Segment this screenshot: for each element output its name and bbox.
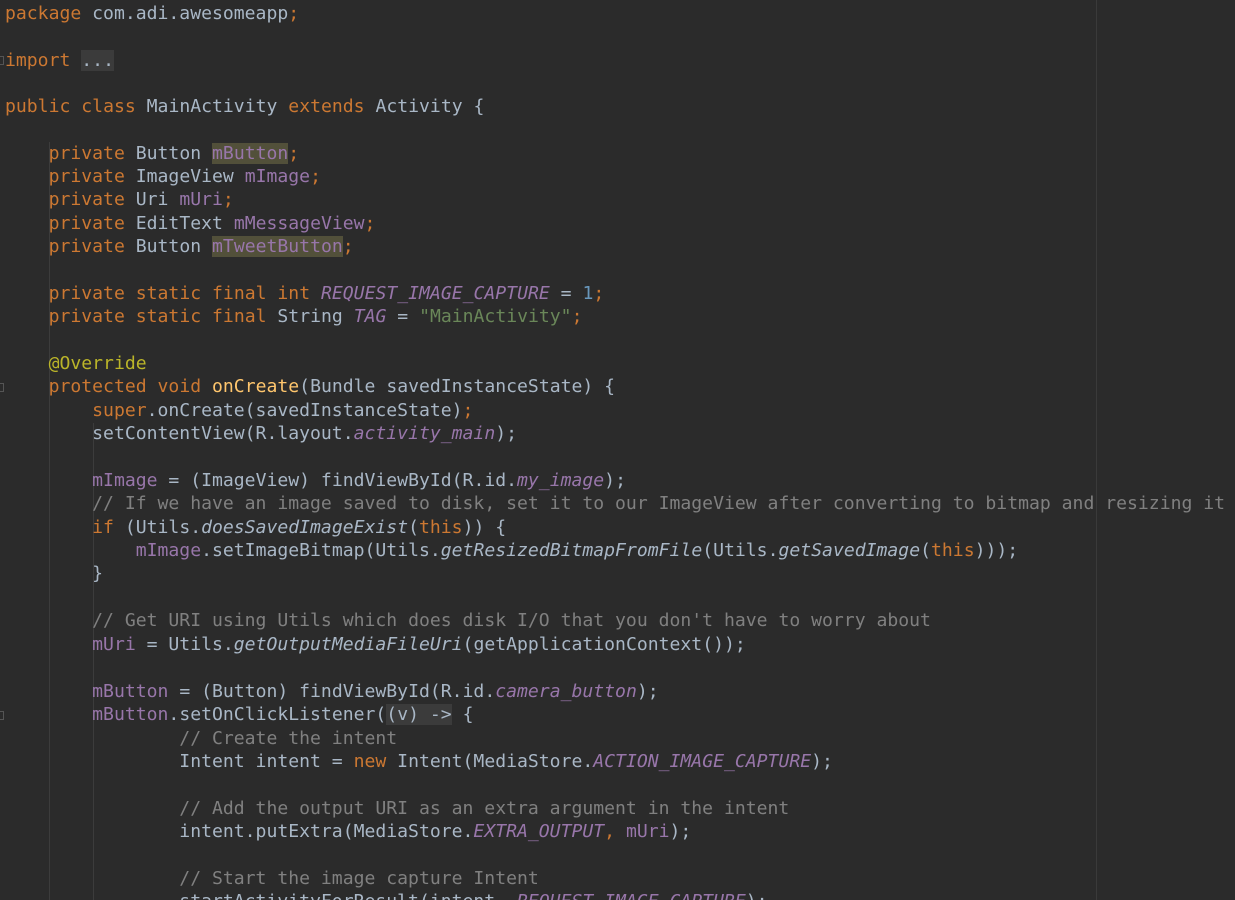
code-line-package: package com.adi.awesomeapp;	[5, 3, 300, 24]
code-line-close-if: }	[92, 563, 104, 584]
code-line-comment-add-output: // Add the output URI as an extra argume…	[179, 798, 790, 819]
code-line-field-muri: private Uri mUri;	[48, 189, 234, 210]
code-line-field-mbutton: private Button mButton;	[48, 143, 300, 164]
code-line-if-saved: if (Utils.doesSavedImageExist(this)) {	[92, 517, 507, 538]
code-line-comment-create-intent: // Create the intent	[179, 728, 398, 749]
code-line-class-declaration: public class MainActivity extends Activi…	[5, 96, 485, 117]
code-line-mimage-assign: mImage = (ImageView) findViewById(R.id.m…	[92, 470, 626, 491]
code-line-field-mtweetbutton: private Button mTweetButton;	[48, 236, 354, 257]
code-line-const-request: private static final int REQUEST_IMAGE_C…	[48, 283, 605, 304]
code-line-mbutton-assign: mButton = (Button) findViewById(R.id.cam…	[92, 681, 659, 702]
code-line-start-activity: startActivityForResult(intent, REQUEST_I…	[5, 890, 767, 900]
code-line-annotation: @Override	[48, 353, 147, 374]
code-line-put-extra: intent.putExtra(MediaStore.EXTRA_OUTPUT,…	[179, 821, 692, 842]
code-line-comment-disk: // If we have an image saved to disk, se…	[92, 493, 1226, 514]
import-fold-placeholder[interactable]: ...	[81, 50, 114, 71]
code-line-super-oncreate: super.onCreate(savedInstanceState);	[92, 400, 474, 421]
code-area[interactable]: package com.adi.awesomeapp; import ... p…	[0, 0, 1235, 900]
code-line-comment-uri: // Get URI using Utils which does disk I…	[92, 610, 931, 631]
code-line-const-tag: private static final String TAG = "MainA…	[48, 306, 583, 327]
lambda-fold-placeholder[interactable]: (v) ->	[386, 704, 452, 725]
code-line-muri-assign: mUri = Utils.getOutputMediaFileUri(getAp…	[92, 634, 746, 655]
code-line-field-mmessageview: private EditText mMessageView;	[48, 213, 376, 234]
code-line-set-content-view: setContentView(R.layout.activity_main);	[92, 423, 518, 444]
code-line-import: import ...	[5, 50, 114, 71]
code-line-set-on-click: mButton.setOnClickListener((v) -> {	[92, 704, 474, 725]
code-line-comment-start-capture: // Start the image capture Intent	[179, 868, 539, 889]
code-line-oncreate-signature: protected void onCreate(Bundle savedInst…	[48, 376, 616, 397]
code-editor[interactable]: package com.adi.awesomeapp; import ... p…	[0, 0, 1235, 900]
code-line-set-image-bitmap: mImage.setImageBitmap(Utils.getResizedBi…	[135, 540, 1019, 561]
code-line-field-mimage: private ImageView mImage;	[48, 166, 321, 187]
code-line-intent-decl: Intent intent = new Intent(MediaStore.AC…	[179, 751, 833, 772]
